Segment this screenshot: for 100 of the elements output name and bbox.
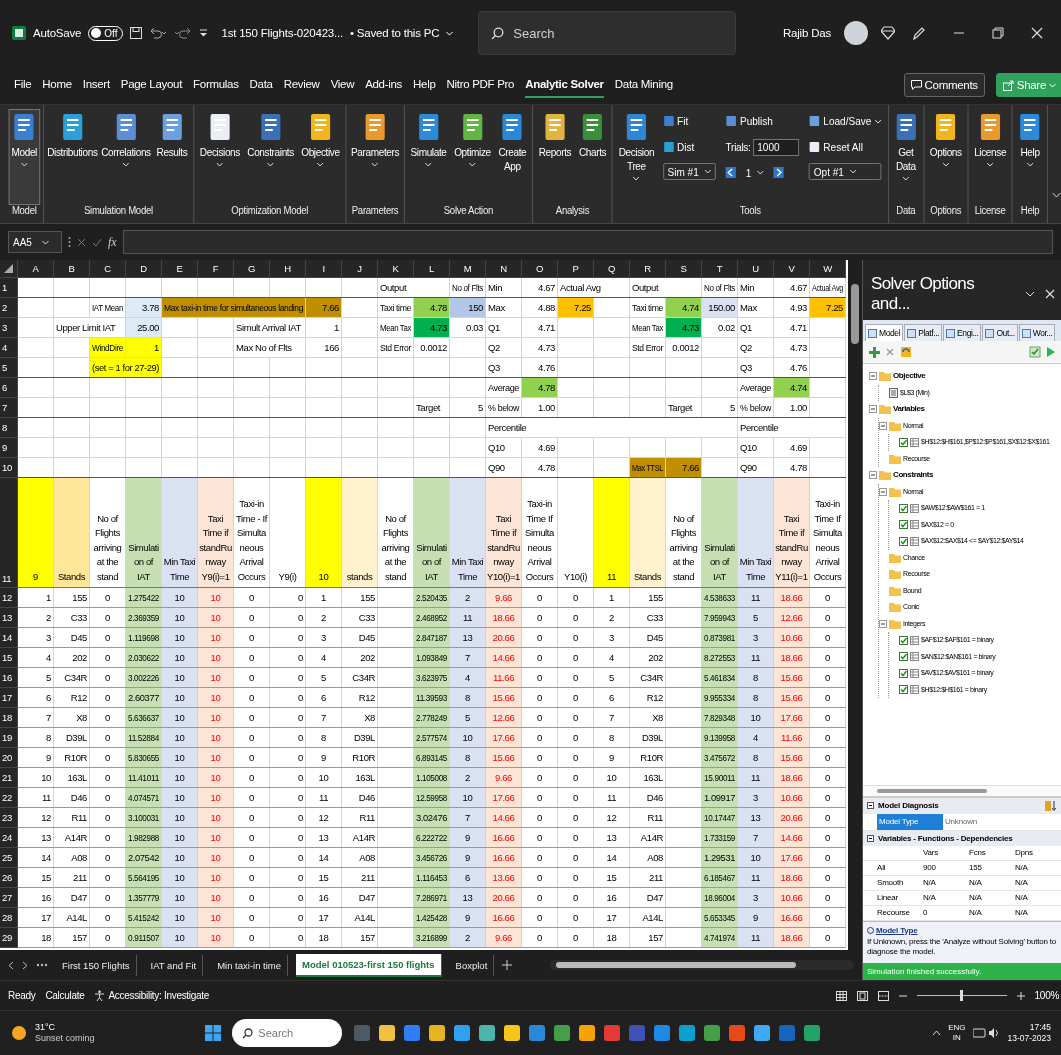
row-number[interactable]: 13 xyxy=(0,608,18,628)
chevron-icon[interactable] xyxy=(932,1030,942,1036)
ribbon-tab[interactable]: Help xyxy=(413,72,436,98)
column-heading[interactable]: U xyxy=(738,260,774,278)
check-icon[interactable] xyxy=(1029,346,1041,358)
app-icon[interactable] xyxy=(528,1024,547,1042)
app-icon[interactable] xyxy=(403,1024,422,1042)
column-heading[interactable]: Q xyxy=(594,260,630,278)
app-icon[interactable] xyxy=(678,1024,697,1042)
pane-tab[interactable]: Wor... xyxy=(1018,324,1056,341)
column-heading[interactable]: B xyxy=(54,260,90,278)
more-icon[interactable] xyxy=(36,963,48,967)
app-icon[interactable] xyxy=(428,1024,447,1042)
plus-icon[interactable] xyxy=(1016,991,1025,1000)
column-heading[interactable]: M xyxy=(450,260,486,278)
expander-icon[interactable] xyxy=(879,421,887,430)
ribbon-button[interactable]: Help xyxy=(1015,109,1045,205)
ribbon-button[interactable]: Charts xyxy=(576,109,610,205)
ribbon-button[interactable]: Decisions xyxy=(197,109,243,205)
trials-field[interactable]: 1000 xyxy=(753,138,800,156)
column-heading[interactable]: I xyxy=(306,260,342,278)
row-number[interactable]: 3 xyxy=(0,318,18,338)
row-number[interactable]: 8 xyxy=(0,418,18,438)
add-icon[interactable] xyxy=(869,346,880,358)
ribbon-button[interactable]: Fit xyxy=(662,111,717,131)
column-heading[interactable]: L xyxy=(414,260,450,278)
column-heading[interactable]: A xyxy=(18,260,54,278)
row-number[interactable]: 27 xyxy=(0,888,18,908)
zoom-level[interactable]: 100% xyxy=(1034,990,1059,1001)
formula-field[interactable] xyxy=(122,230,1053,254)
app-icon[interactable] xyxy=(728,1024,747,1042)
row-number[interactable]: 25 xyxy=(0,848,18,868)
ribbon-button[interactable]: Options xyxy=(926,109,965,205)
column-heading[interactable]: R xyxy=(630,260,666,278)
checkbox[interactable] xyxy=(899,652,908,662)
ribbon-button[interactable]: License xyxy=(971,109,1009,205)
ribbon-button[interactable]: Objective xyxy=(298,109,343,205)
ribbon-button[interactable]: Correlations xyxy=(100,109,152,205)
name-box[interactable]: AA5 xyxy=(8,231,62,253)
ribbon-button[interactable]: Reset All xyxy=(808,137,881,157)
ribbon-button[interactable]: Results xyxy=(153,109,191,205)
collapse-icon[interactable] xyxy=(867,802,874,809)
pane-tab[interactable]: Model xyxy=(865,324,904,341)
ribbon-tab[interactable]: Data xyxy=(249,72,273,98)
language[interactable]: ENG xyxy=(948,1023,966,1033)
ribbon-button[interactable]: Parameters xyxy=(349,109,401,205)
column-heading[interactable]: S xyxy=(666,260,702,278)
row-number[interactable]: 29 xyxy=(0,928,18,948)
app-icon[interactable] xyxy=(378,1024,397,1042)
ribbon-button[interactable]: Optimize xyxy=(451,109,494,205)
checkbox[interactable] xyxy=(899,668,908,678)
row-number[interactable]: 18 xyxy=(0,708,18,728)
refresh-icon[interactable] xyxy=(900,346,912,358)
column-heading[interactable]: V xyxy=(774,260,810,278)
row-number[interactable]: 26 xyxy=(0,868,18,888)
ribbon-tab[interactable]: Nitro PDF Pro xyxy=(446,72,515,98)
ribbon-tab[interactable]: Page Layout xyxy=(120,72,183,98)
checkbox[interactable] xyxy=(899,635,908,645)
taskbar-search[interactable]: Search xyxy=(232,1019,343,1047)
app-icon[interactable] xyxy=(453,1024,472,1042)
expander-icon[interactable] xyxy=(879,619,887,628)
sort-icon[interactable] xyxy=(1045,800,1057,811)
help-title[interactable]: Model Type xyxy=(867,925,918,936)
diamond-icon[interactable] xyxy=(881,26,895,40)
ribbon-tab[interactable]: Add-ins xyxy=(365,72,403,98)
collapse-icon[interactable] xyxy=(867,834,874,842)
column-heading[interactable]: D xyxy=(126,260,162,278)
ribbon-tab[interactable]: View xyxy=(330,72,355,98)
sheet-tab[interactable]: Model 010523-first 150 flights xyxy=(296,953,442,977)
tree-item[interactable]: Constraints xyxy=(893,471,1061,480)
ribbon-button[interactable]: Decision Tree xyxy=(615,109,657,205)
customize-icon[interactable] xyxy=(199,28,209,38)
column-heading[interactable]: F xyxy=(198,260,234,278)
ribbon-button[interactable]: Create App xyxy=(495,109,530,205)
row-number[interactable]: 28 xyxy=(0,908,18,928)
column-heading[interactable]: K xyxy=(378,260,414,278)
chevron-icon[interactable] xyxy=(1025,290,1035,298)
region[interactable]: IN xyxy=(952,1033,961,1043)
sheet-tab[interactable]: IAT and Fit xyxy=(144,954,204,976)
row-number[interactable]: 11 xyxy=(0,478,18,588)
column-heading[interactable]: O xyxy=(522,260,558,278)
row-number[interactable]: 12 xyxy=(0,588,18,608)
ribbon-button[interactable]: Load/Save xyxy=(808,111,881,131)
row-number[interactable]: 20 xyxy=(0,748,18,768)
ribbon-button[interactable]: Distributions xyxy=(46,109,99,205)
clock-time[interactable]: 17:45 xyxy=(1029,1022,1051,1033)
undo-icon[interactable] xyxy=(149,27,168,39)
previous-icon[interactable] xyxy=(725,167,737,178)
redo-icon[interactable] xyxy=(174,27,193,39)
page-layout-icon[interactable] xyxy=(856,990,868,1001)
ribbon-tab[interactable]: Review xyxy=(283,72,320,98)
row-number[interactable]: 22 xyxy=(0,788,18,808)
column-heading[interactable]: P xyxy=(558,260,594,278)
row-number[interactable]: 4 xyxy=(0,338,18,358)
horizontal-scrollbar[interactable] xyxy=(550,960,854,970)
pane-tab[interactable]: Out... xyxy=(982,324,1018,341)
dropdown[interactable]: Sim #1 xyxy=(662,163,717,180)
ribbon-button[interactable]: Reports xyxy=(535,109,575,205)
expander-icon[interactable] xyxy=(879,487,887,496)
ribbon-tab[interactable]: Data Mining xyxy=(614,72,673,98)
